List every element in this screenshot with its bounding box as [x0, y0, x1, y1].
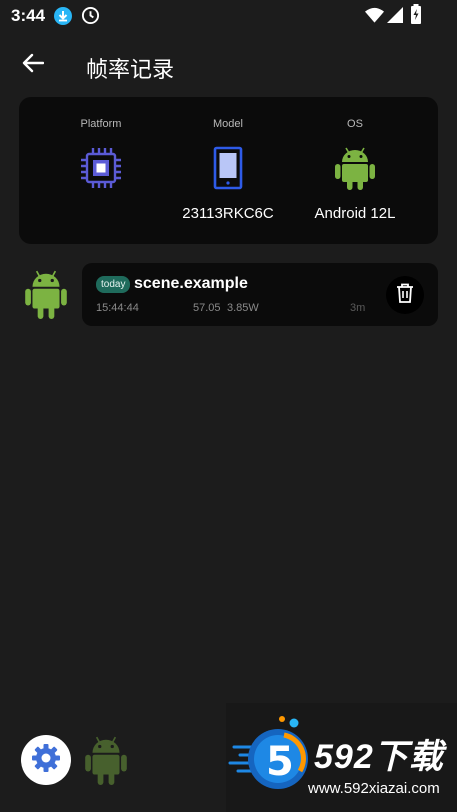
watermark-url: www.592xiazai.com	[308, 780, 440, 797]
download-icon	[53, 6, 73, 31]
signal-icon	[387, 7, 403, 28]
watermark: 5 592下载 www.592xiazai.com	[226, 703, 457, 812]
android-icon	[334, 145, 376, 196]
record-item[interactable]: today scene.example 15:44:44 57.05 3.85W…	[82, 263, 438, 326]
platform-label: Platform	[80, 118, 122, 130]
record-name: scene.example	[134, 275, 248, 292]
delete-button[interactable]	[386, 276, 424, 314]
android-icon[interactable]	[84, 734, 128, 791]
phone-icon	[205, 145, 251, 196]
app-bar: 帧率记录	[0, 40, 457, 90]
record-duration: 3m	[350, 302, 366, 314]
watermark-brand: 592下载	[314, 738, 444, 776]
status-bar: 3:44	[0, 0, 457, 32]
android-icon	[24, 268, 68, 325]
trash-icon	[396, 283, 414, 308]
os-label: OS	[347, 118, 363, 130]
record-power: 3.85W	[227, 302, 259, 314]
device-info-card: Platform Model 23113RKC6C OS Android 12L	[19, 97, 438, 244]
settings-button[interactable]	[21, 735, 71, 785]
status-time: 3:44	[11, 6, 46, 25]
arrow-left-icon	[22, 53, 45, 78]
model-info: Model 23113RKC6C	[158, 97, 298, 244]
clock-icon	[81, 6, 100, 30]
model-value: 23113RKC6C	[182, 205, 274, 222]
model-label: Model	[213, 118, 243, 130]
os-info: OS Android 12L	[285, 97, 425, 244]
os-value: Android 12L	[314, 205, 396, 222]
platform-info: Platform	[31, 97, 171, 244]
watermark-logo-icon: 5	[226, 715, 312, 804]
chip-icon	[78, 145, 124, 196]
gear-icon	[30, 742, 62, 779]
wifi-icon	[365, 7, 384, 28]
record-time: 15:44:44	[96, 302, 139, 314]
svg-text:5: 5	[266, 739, 294, 785]
today-badge: today	[96, 276, 131, 293]
back-button[interactable]	[14, 48, 52, 82]
record-fps: 57.05	[193, 302, 221, 314]
battery-icon	[410, 4, 422, 29]
page-title: 帧率记录	[86, 58, 175, 83]
